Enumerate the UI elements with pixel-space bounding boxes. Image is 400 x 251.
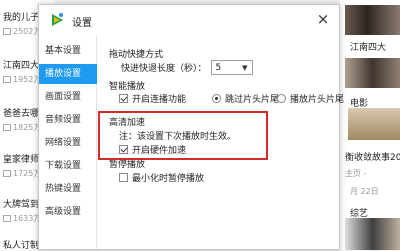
nav-basic-settings[interactable]: 基本设置 xyxy=(39,41,97,61)
nav-hotkey-settings[interactable]: 热键设置 xyxy=(39,179,97,199)
seek-length-label: 快进快退长度（秒）： xyxy=(121,64,207,74)
list-item-stat: 1633万 xyxy=(3,213,41,224)
play-count-icon xyxy=(3,124,11,131)
list-item-stat: 1825万 xyxy=(3,122,41,133)
play-count-icon xyxy=(3,170,11,177)
list-item-stat: 1952万 xyxy=(3,74,41,85)
settings-sidebar: 基本设置 播放设置 画面设置 音频设置 网络设置 下载设置 热键设置 高级设置 xyxy=(39,35,97,249)
video-thumbnail[interactable] xyxy=(345,5,400,35)
list-item-title: 私人订制 xyxy=(3,241,40,251)
list-item-title: 江南四大 xyxy=(3,61,40,71)
nav-network-settings[interactable]: 网络设置 xyxy=(39,133,97,153)
section-shortcut-title: 拖动快捷方式 xyxy=(109,50,164,60)
nav-advanced-settings[interactable]: 高级设置 xyxy=(39,202,97,222)
dialog-titlebar[interactable]: 设置 × xyxy=(39,5,339,35)
video-date: 月 22日 xyxy=(350,187,379,196)
settings-dialog: 设置 × 基本设置 播放设置 画面设置 音频设置 网络设置 下载设置 热键设置 … xyxy=(38,4,344,250)
seek-length-select[interactable]: 5 ▼ xyxy=(210,60,253,75)
nav-download-settings[interactable]: 下载设置 xyxy=(39,156,97,176)
chevron-down-icon: ▼ xyxy=(242,63,248,72)
list-item-stat: 2502万 xyxy=(3,26,41,37)
video-thumbnail[interactable] xyxy=(345,58,400,88)
list-item[interactable]: 江南四大 1952万 xyxy=(3,58,41,85)
nav-playback-settings[interactable]: 播放设置 xyxy=(39,64,97,84)
play-count-icon xyxy=(3,28,11,35)
list-item-title: 大牌驾到 xyxy=(3,200,40,210)
list-item-title: 我的儿子 xyxy=(3,13,40,23)
list-item[interactable]: 私人订制 xyxy=(3,238,39,251)
list-item-stat: 1725万 xyxy=(3,168,41,179)
list-item[interactable]: 我的儿子 2502万 xyxy=(3,10,41,37)
list-item-title: 皇家律师 xyxy=(3,155,40,165)
video-meta: 主页 - xyxy=(345,169,367,178)
minimize-pause-checkbox[interactable]: 最小化时暂停播放 xyxy=(119,171,204,184)
play-count-icon xyxy=(3,215,11,222)
section-smart-title: 智能播放 xyxy=(109,82,146,92)
checkbox-checked[interactable] xyxy=(119,94,128,103)
video-title[interactable]: 衡收敛故事2013 xyxy=(345,150,400,163)
radio-unselected[interactable] xyxy=(277,94,286,103)
app-logo-icon xyxy=(52,13,63,26)
play-count-icon xyxy=(3,76,11,83)
list-item[interactable]: 大牌驾到 1633万 xyxy=(3,197,41,224)
nav-picture-settings[interactable]: 画面设置 xyxy=(39,87,97,107)
video-thumbnail[interactable] xyxy=(345,218,400,250)
video-thumbnail[interactable] xyxy=(348,108,400,140)
list-item[interactable]: 皇家律师 1725万 xyxy=(3,152,41,179)
play-intro-radio[interactable]: 播放片头片尾 xyxy=(277,92,344,105)
seek-length-row: 快进快退长度（秒）： 5 ▼ xyxy=(121,60,253,75)
close-icon[interactable]: × xyxy=(315,11,331,27)
continuous-play-checkbox[interactable]: 开启连播功能 xyxy=(119,92,186,105)
list-item-title: 爸爸去哪 xyxy=(3,109,40,119)
highlight-box xyxy=(98,111,268,160)
dialog-title: 设置 xyxy=(72,18,92,29)
list-item[interactable]: 爸爸去哪 1825万 xyxy=(3,106,41,133)
nav-audio-settings[interactable]: 音频设置 xyxy=(39,110,97,130)
skip-intro-radio[interactable]: 跳过片头片尾 xyxy=(212,92,279,105)
video-title[interactable]: 江南四大 xyxy=(350,40,386,53)
radio-selected[interactable] xyxy=(212,94,221,103)
checkbox-unchecked[interactable] xyxy=(119,173,128,182)
